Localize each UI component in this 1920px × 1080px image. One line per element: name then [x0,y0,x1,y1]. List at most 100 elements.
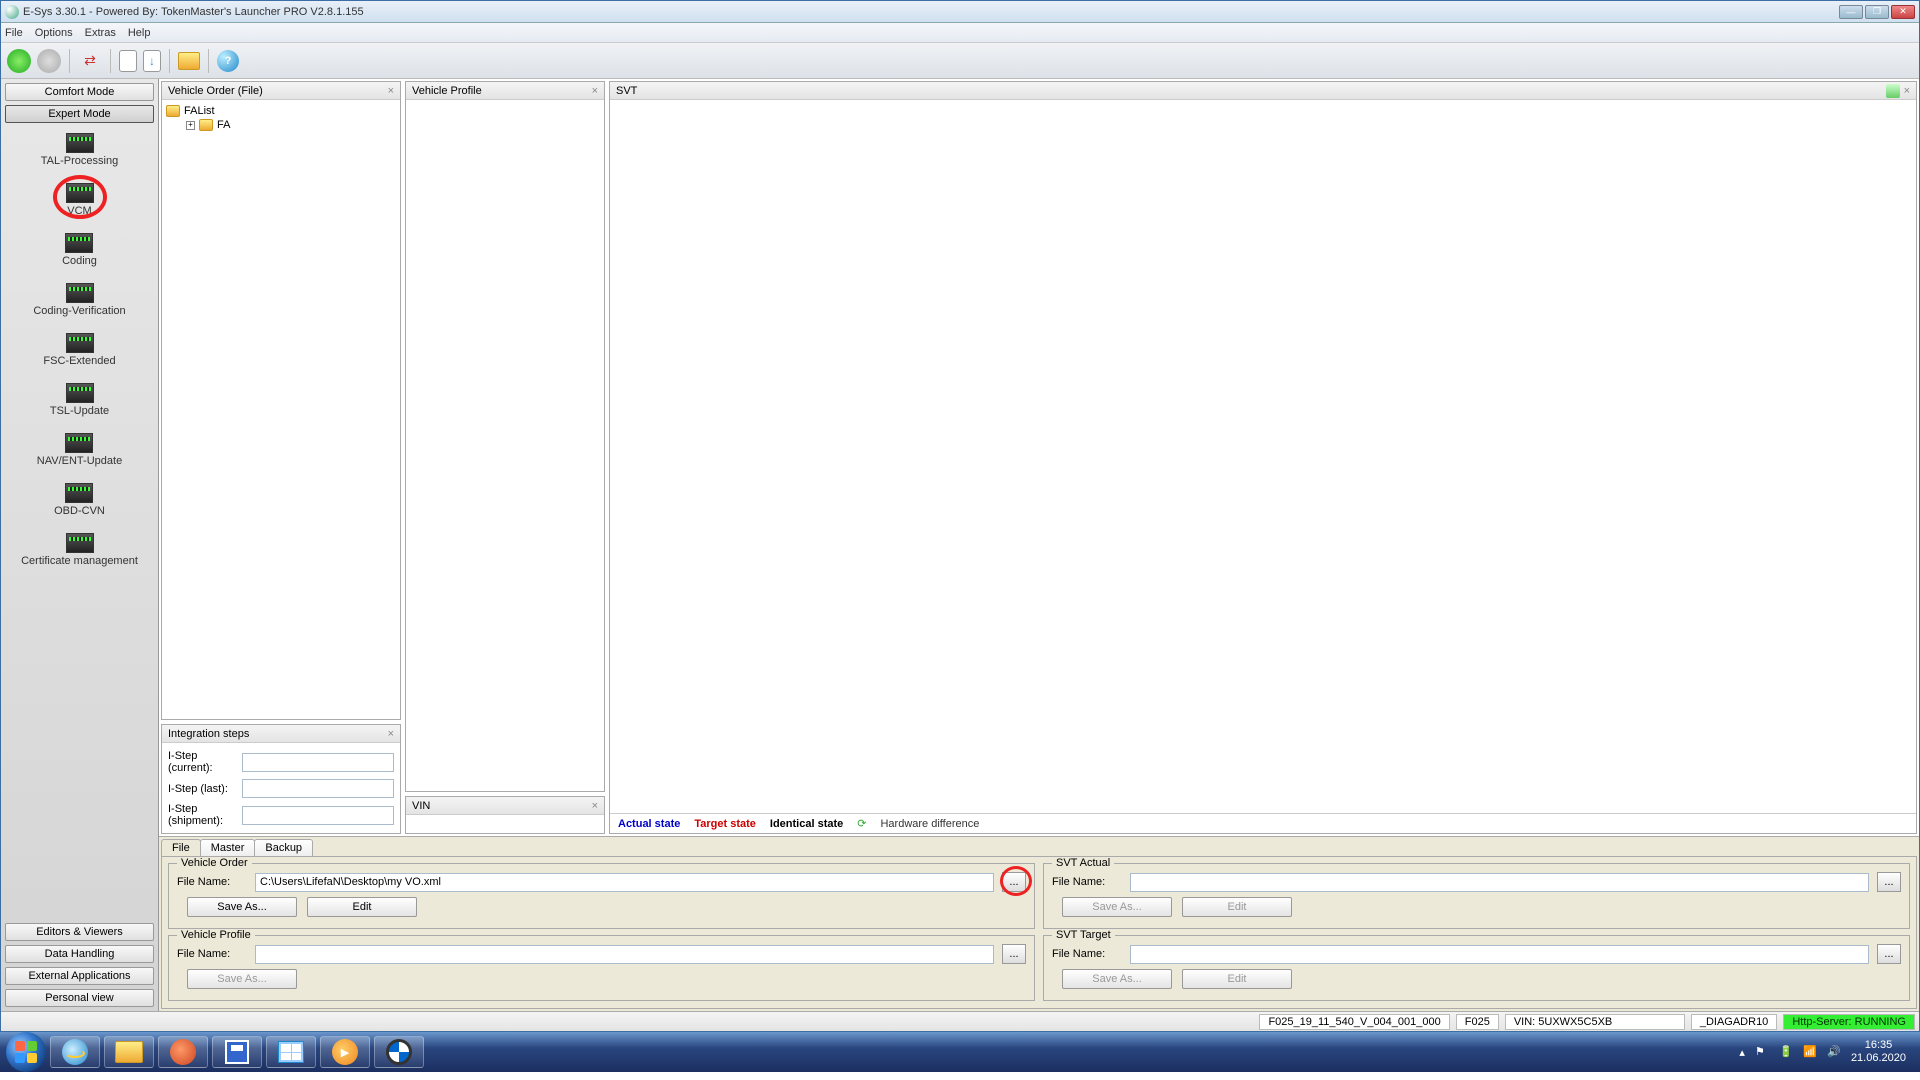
data-handling-button[interactable]: Data Handling [5,945,154,963]
tool-tsl-update[interactable]: TSL-Update [50,383,109,417]
tool-fsc-extended[interactable]: FSC-Extended [43,333,115,367]
battery-icon[interactable]: 🔋 [1779,1045,1793,1059]
svt-actual-browse-button[interactable]: ... [1877,872,1901,892]
taskbar-firefox[interactable] [158,1036,208,1068]
comfort-mode-button[interactable]: Comfort Mode [5,83,154,101]
istep-current-label: I-Step (current): [168,750,236,774]
editors-viewers-button[interactable]: Editors & Viewers [5,923,154,941]
panel-title: SVT [616,85,637,97]
taskbar-media[interactable]: ▶ [320,1036,370,1068]
vehicle-order-panel: Vehicle Order (File) × FAList + FA [161,81,401,720]
menu-options[interactable]: Options [35,27,73,39]
svt-target-save-as-button: Save As... [1062,969,1172,989]
close-icon[interactable]: × [1904,85,1910,97]
taskbar-explorer[interactable] [104,1036,154,1068]
svt-actual-edit-button: Edit [1182,897,1292,917]
vo-filename-input[interactable] [255,873,994,892]
separator [110,49,111,73]
vo-save-as-button[interactable]: Save As... [187,897,297,917]
fieldset-legend: Vehicle Order [177,857,252,869]
tab-backup[interactable]: Backup [254,839,313,856]
tool-vcm[interactable]: VCM [66,183,94,217]
svt-actual-filename-input[interactable] [1130,873,1869,892]
taskbar-save[interactable] [212,1036,262,1068]
bottom-tabs-area: File Master Backup Vehicle Order File Na… [159,836,1919,1011]
vo-filename-label: File Name: [177,876,247,888]
firefox-icon [170,1039,196,1065]
external-apps-button[interactable]: External Applications [5,967,154,985]
taskbar-ie[interactable] [50,1036,100,1068]
vehicle-profile-fieldset: Vehicle Profile File Name: ... Save As..… [168,935,1035,1001]
menu-help[interactable]: Help [128,27,151,39]
panel-title: Vehicle Profile [412,85,482,97]
vp-filename-label: File Name: [177,948,247,960]
start-button[interactable] [6,1032,46,1072]
status-vin: VIN: 5UXWX5C5XB [1505,1014,1685,1030]
tree-fa[interactable]: + FA [166,118,396,132]
volume-icon[interactable]: 🔊 [1827,1045,1841,1059]
panel-title: VIN [412,800,430,812]
status-chassis: F025 [1456,1014,1499,1030]
tree-falist[interactable]: FAList [166,104,396,118]
svt-target-browse-button[interactable]: ... [1877,944,1901,964]
tray-chevron-icon[interactable]: ▴ [1739,1046,1745,1059]
titlebar: E-Sys 3.30.1 - Powered By: TokenMaster's… [1,1,1919,23]
taskbar-windows[interactable] [266,1036,316,1068]
svt-target-filename-input[interactable] [1130,945,1869,964]
close-icon[interactable]: × [388,728,394,740]
tool-icon [66,133,94,153]
folder-icon [166,105,180,117]
help-icon[interactable]: ? [217,50,239,72]
tool-obd-cvn[interactable]: OBD-CVN [54,483,105,517]
istep-shipment-input[interactable] [242,806,394,825]
maximize-button[interactable]: ❐ [1865,5,1889,19]
tool-icon [66,333,94,353]
istep-last-input[interactable] [242,779,394,798]
back-icon[interactable] [7,49,31,73]
tool-cert-management[interactable]: Certificate management [21,533,138,567]
folder-icon [199,119,213,131]
status-diag: _DIAGADR10 [1691,1014,1777,1030]
target-state-label: Target state [694,818,756,830]
vehicle-profile-panel: Vehicle Profile × [405,81,605,792]
tool-nav-ent-update[interactable]: NAV/ENT-Update [37,433,122,467]
tab-file[interactable]: File [161,839,201,856]
menu-extras[interactable]: Extras [85,27,116,39]
taskbar-bmw[interactable] [374,1036,424,1068]
panel-title: Integration steps [168,728,249,740]
taskbar: ▶ ▴ ⚑ 🔋 📶 🔊 16:35 21.06.2020 [0,1032,1920,1072]
left-panel: Comfort Mode Expert Mode TAL-Processing … [1,79,159,1011]
close-icon[interactable]: × [592,85,598,97]
expand-icon[interactable]: + [186,121,195,130]
clock[interactable]: 16:35 21.06.2020 [1851,1039,1906,1065]
svt-panel: SVT × Actual state Target state Identica… [609,81,1917,834]
fieldset-legend: Vehicle Profile [177,929,255,941]
bmw-icon [386,1039,412,1065]
open-folder-icon[interactable] [178,52,200,70]
personal-view-button[interactable]: Personal view [5,989,154,1007]
tool-icon [66,183,94,203]
statusbar: F025_19_11_540_V_004_001_000 F025 VIN: 5… [1,1011,1919,1031]
close-button[interactable]: ✕ [1891,5,1915,19]
menu-file[interactable]: File [5,27,23,39]
vp-browse-button[interactable]: ... [1002,944,1026,964]
refresh-icon[interactable] [1886,84,1900,98]
minimize-button[interactable]: — [1839,5,1863,19]
tool-coding[interactable]: Coding [62,233,97,267]
vp-save-as-button: Save As... [187,969,297,989]
network-icon[interactable]: 📶 [1803,1045,1817,1059]
new-doc-icon[interactable] [119,50,137,72]
istep-current-input[interactable] [242,753,394,772]
tool-coding-verification[interactable]: Coding-Verification [33,283,125,317]
tab-master[interactable]: Master [200,839,256,856]
refresh-small-icon: ⟳ [857,817,866,830]
close-icon[interactable]: × [592,800,598,812]
connect-icon[interactable]: ⇄ [78,49,102,73]
close-icon[interactable]: × [388,85,394,97]
tool-tal-processing[interactable]: TAL-Processing [41,133,118,167]
vp-filename-input[interactable] [255,945,994,964]
expert-mode-button[interactable]: Expert Mode [5,105,154,123]
download-icon[interactable] [143,50,161,72]
vo-edit-button[interactable]: Edit [307,897,417,917]
flag-icon[interactable]: ⚑ [1755,1045,1769,1059]
